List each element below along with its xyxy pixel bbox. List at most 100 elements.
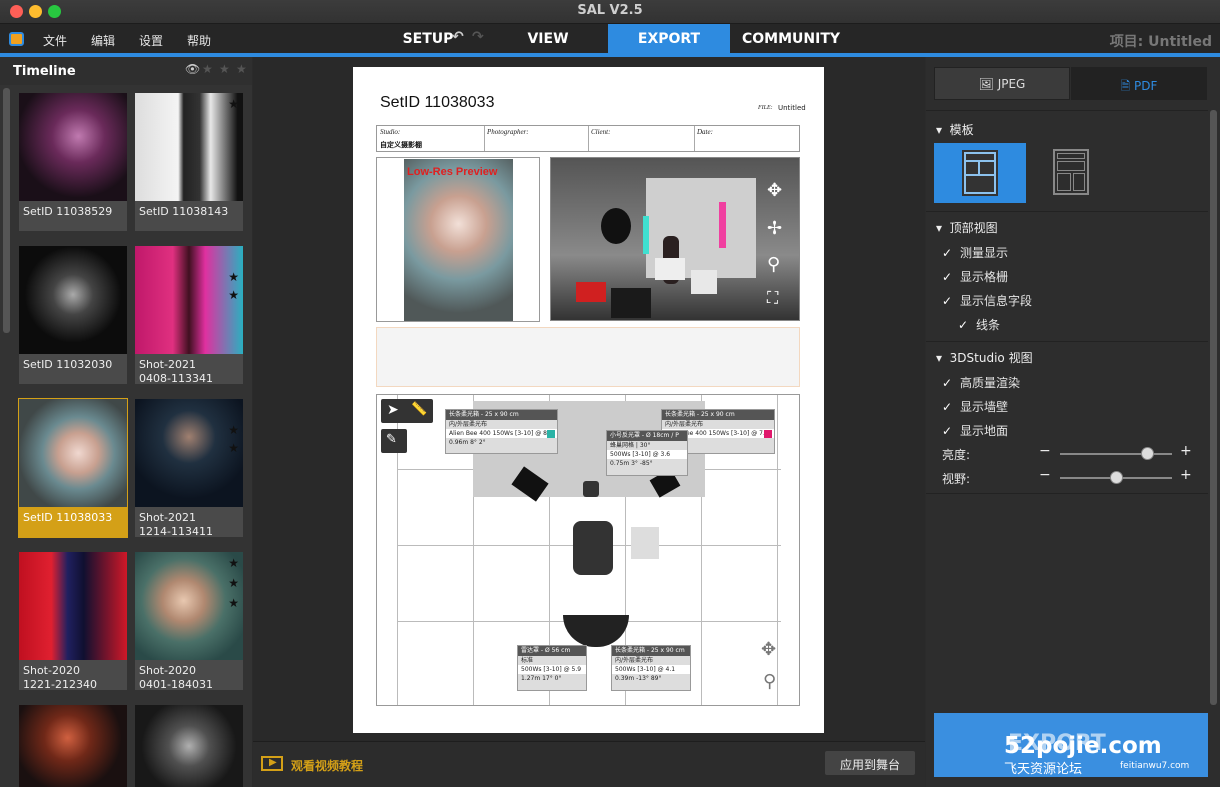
doc-notes-field[interactable] [376, 327, 800, 387]
pen-icon: ✎ [386, 432, 397, 447]
menu-settings[interactable]: 设置 [139, 32, 163, 49]
checkbox-show-info-fields[interactable]: ✓ 显示信息字段 [942, 292, 1032, 309]
fov-decrease-button[interactable]: − [1039, 467, 1051, 483]
brightness-slider[interactable] [1060, 453, 1172, 455]
3d-studio-view[interactable]: ✥ ✢ ⚲ ⛶ [550, 157, 800, 321]
timeline-item-caption: Shot-2021 1214-113411 [139, 511, 213, 538]
tab-export[interactable]: EXPORT [608, 24, 730, 54]
tab-setup[interactable]: SETUP ↶ ↷ [380, 24, 500, 54]
light-card-title: 长条柔光箱 - 25 x 90 cm [446, 410, 557, 420]
light-card[interactable]: 小号反光罩 - Ø 18cm / P 13cm 蜂巢网格 | 30° 500Ws… [606, 430, 688, 476]
timeline-scrollbar[interactable] [3, 88, 10, 333]
light-card-power: 500Ws [3-10] @ 5.9 [518, 665, 586, 674]
tab-view[interactable]: VIEW [488, 24, 608, 54]
timeline-item[interactable]: ★ ★ ★ Shot-2020 0401-184031 [135, 552, 243, 691]
star-icon: ★ [228, 441, 239, 455]
timeline-item[interactable]: Shot-2020 1221-212340 [19, 552, 127, 691]
doc-file-label: FILE: [758, 105, 773, 111]
zoom-view-icon[interactable]: ⚲ [767, 254, 780, 275]
watermark-line1: 52pojie.com [1004, 733, 1162, 759]
thumbnail-image [19, 93, 127, 201]
brightness-label: 亮度: [942, 448, 971, 462]
settings-scrollbar[interactable] [1210, 110, 1217, 705]
star-icon: ★ [228, 97, 239, 111]
brightness-decrease-button[interactable]: − [1039, 443, 1051, 459]
menu-edit[interactable]: 编辑 [91, 32, 115, 49]
video-play-icon[interactable]: ▶ [261, 756, 283, 771]
light-color-swatch [764, 430, 772, 438]
timeline-item-caption: Shot-2020 0401-184031 [139, 664, 213, 691]
template-section-toggle[interactable]: ▾ 模板 [936, 121, 974, 138]
light-card-title: 长条柔光箱 - 25 x 90 cm [612, 646, 690, 656]
timeline-item-caption: SetID 11038143 [139, 205, 229, 218]
rotate-view-icon[interactable]: ✥ [767, 180, 782, 201]
checkbox-show-measurements[interactable]: ✓ 测量显示 [942, 244, 1008, 261]
ruler-icon[interactable]: 📏 [411, 402, 427, 417]
layout-icon [1053, 149, 1089, 195]
checkbox-show-grid[interactable]: ✓ 显示格栅 [942, 268, 1008, 285]
timeline-item[interactable]: SetID 11038529 [19, 93, 127, 231]
watch-tutorial-link[interactable]: 观看视频教程 [291, 757, 363, 774]
reflector [611, 288, 651, 318]
checkbox-lines[interactable]: ✓ 线条 [958, 316, 1000, 333]
timeline-item-caption: SetID 11038033 [23, 511, 113, 524]
image-icon: 🖼 [978, 77, 998, 91]
redo-icon[interactable]: ↷ [472, 29, 484, 45]
checkbox-high-quality-render[interactable]: ✓ 高质量渲染 [942, 374, 1020, 391]
light-card-power: 500Ws [3-10] @ 3.6 [607, 450, 687, 459]
option-label: 显示格栅 [960, 270, 1009, 284]
template-option-selected[interactable] [934, 143, 1026, 203]
zoom-icon[interactable]: ⚲ [763, 671, 776, 692]
timeline-item[interactable] [19, 705, 127, 787]
timeline-item[interactable] [135, 705, 243, 787]
timeline-item[interactable]: ★ ★ Shot-2021 0408-113341 [135, 246, 243, 385]
cursor-icon[interactable]: ➤ [387, 402, 399, 418]
light-card[interactable]: 雷达罩 - Ø 56 cm 标准 500Ws [3-10] @ 5.9 1.27… [517, 645, 587, 691]
light-card[interactable]: 长条柔光箱 - 25 x 90 cm 内/外层柔光布 500Ws [3-10] … [611, 645, 691, 691]
pdf-file-icon: 🗎 [1120, 79, 1135, 93]
checkbox-show-walls[interactable]: ✓ 显示墙壁 [942, 398, 1008, 415]
eye-icon[interactable]: 👁 [185, 62, 200, 76]
thumbnail-image [135, 399, 243, 507]
annotate-tool[interactable]: ✎ [381, 429, 407, 453]
check-icon: ✓ [942, 294, 953, 308]
fit-view-icon[interactable]: ⛶ [767, 288, 778, 308]
red-light-head [576, 282, 606, 302]
star-icon: ★ [228, 576, 239, 590]
top-view-section-toggle[interactable]: ▾ 顶部视图 [936, 219, 998, 236]
timeline-item[interactable]: ★ ★ Shot-2021 1214-113411 [135, 399, 243, 538]
jpeg-format-button[interactable]: 🖼 JPEG [934, 67, 1070, 100]
undo-icon[interactable]: ↶ [452, 29, 464, 45]
brightness-increase-button[interactable]: + [1180, 443, 1192, 459]
checkbox-show-floor[interactable]: ✓ 显示地面 [942, 422, 1008, 439]
light-card-title: 小号反光罩 - Ø 18cm / P 13cm [607, 431, 687, 448]
fov-increase-button[interactable]: + [1180, 467, 1192, 483]
model-top [573, 521, 613, 575]
export-button[interactable]: EXPORT 52pojie.com 飞天资源论坛 feitianwu7.com [934, 713, 1208, 777]
timeline-item-selected[interactable]: SetID 11038033 [18, 398, 128, 538]
pan-icon[interactable]: ✥ [761, 639, 776, 660]
doc-client-label: Client: [591, 128, 611, 136]
star-icon: ★ [228, 423, 239, 437]
light-card-sub: 内/外层柔光布 [615, 657, 654, 664]
timeline-item[interactable]: ★ SetID 11038143 [135, 93, 243, 231]
apply-to-stage-button[interactable]: 应用到舞台 [825, 751, 915, 775]
fov-slider-handle[interactable] [1110, 471, 1123, 484]
rating-filter-star-3[interactable]: ★ [236, 62, 247, 76]
timeline-item[interactable]: SetID 11032030 [19, 246, 127, 384]
menu-help[interactable]: 帮助 [187, 32, 211, 49]
template-option[interactable] [1029, 143, 1121, 203]
rating-filter-star-2[interactable]: ★ [219, 62, 230, 76]
pan-view-icon[interactable]: ✢ [767, 218, 782, 239]
watermark-line2: 飞天资源论坛 [1004, 762, 1083, 777]
tab-community[interactable]: COMMUNITY [730, 24, 852, 54]
rating-filter-star-1[interactable]: ★ [202, 62, 213, 76]
top-view-diagram[interactable]: ✥ ⚲ ➤ 📏 ✎ 长条柔光箱 - 25 x 90 cm 内/外层柔光布 Ali… [376, 394, 800, 706]
fov-label: 视野: [942, 472, 971, 486]
light-card[interactable]: 长条柔光箱 - 25 x 90 cm 内/外层柔光布 Alien Bee 400… [445, 409, 558, 454]
studio-view-section-toggle[interactable]: ▾ 3DStudio 视图 [936, 349, 1033, 366]
light-power-text: Alien Bee 400 150Ws [3-10] @ 8.0 [449, 430, 553, 437]
pdf-format-button[interactable]: 🗎 PDF [1071, 67, 1207, 100]
layout-icon [962, 150, 998, 196]
menu-file[interactable]: 文件 [43, 32, 67, 49]
